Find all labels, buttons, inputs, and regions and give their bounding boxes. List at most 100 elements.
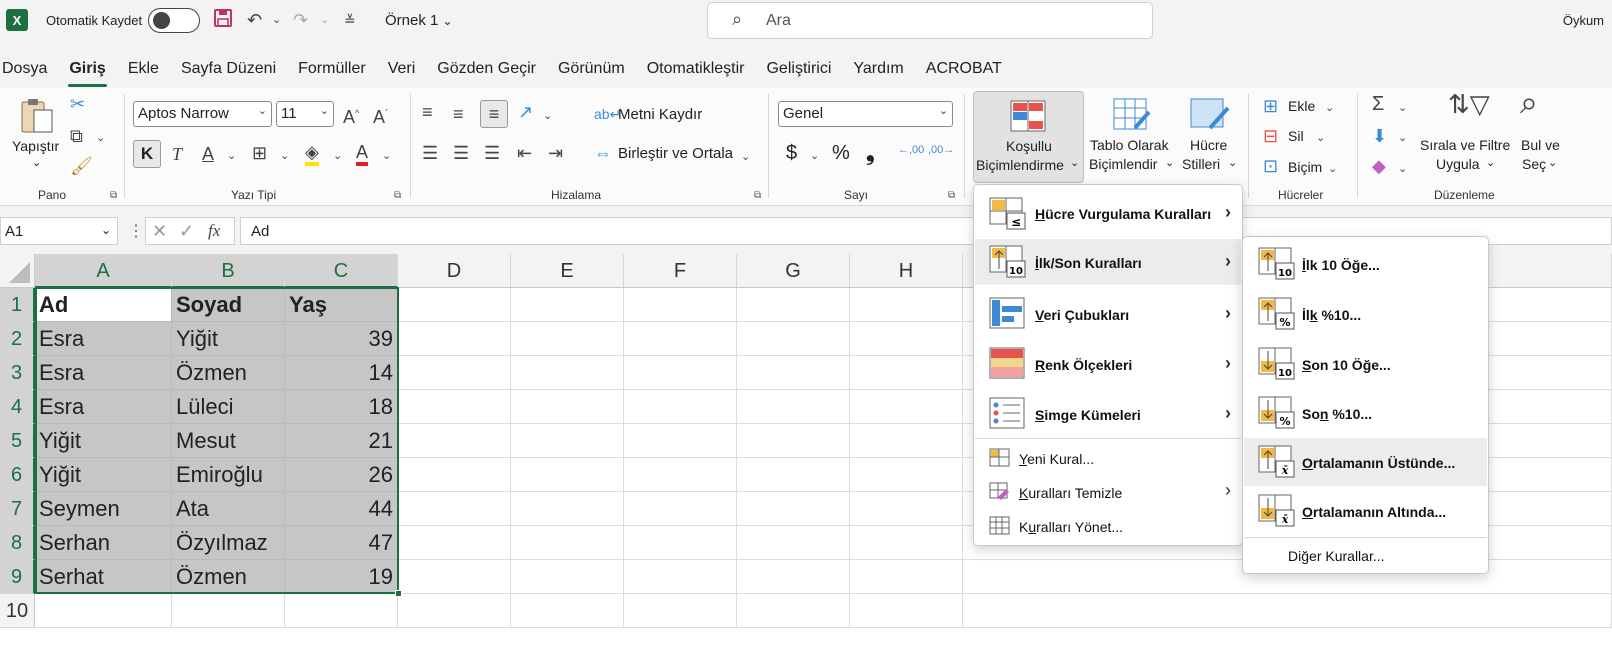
row-header[interactable]: 5 — [0, 424, 35, 458]
empty-cell[interactable] — [737, 458, 850, 492]
empty-cell[interactable] — [850, 356, 963, 390]
menu-item-top-bottom-rules[interactable]: 10 İlk/Son Kuralları › — [975, 239, 1241, 285]
empty-cell[interactable] — [511, 390, 624, 424]
merge-dropdown-icon[interactable]: ⌄ — [741, 147, 750, 167]
empty-cell[interactable] — [850, 322, 963, 356]
empty-cell[interactable] — [737, 390, 850, 424]
delete-cells-button[interactable]: Sil — [1288, 128, 1304, 144]
tab-yardim[interactable]: Yardım — [842, 56, 914, 84]
fill-icon[interactable]: ⬇ — [1372, 126, 1387, 146]
empty-cell[interactable] — [624, 356, 737, 390]
cell-styles-icon[interactable] — [1190, 98, 1230, 135]
table-cell[interactable]: Yiğit — [35, 424, 172, 458]
submenu-item-below-average[interactable]: x̄ Ortalamanın Altında... — [1244, 488, 1487, 534]
tab-giris[interactable]: Giriş — [58, 56, 116, 87]
font-color-dropdown-icon[interactable]: ⌄ — [382, 146, 391, 166]
empty-cell[interactable] — [850, 390, 963, 424]
empty-cell[interactable] — [850, 594, 963, 628]
number-format-combo[interactable]: Genel ⌄ — [778, 101, 953, 127]
paste-dropdown-icon[interactable]: ⌄ — [32, 156, 41, 169]
table-cell[interactable]: 19 — [285, 560, 398, 594]
empty-cell[interactable] — [624, 492, 737, 526]
tab-gelistirici[interactable]: Geliştirici — [755, 56, 842, 84]
cell-styles-line1[interactable]: Hücre — [1190, 137, 1227, 153]
merge-center-button[interactable]: Birleştir ve Ortala — [618, 145, 733, 162]
column-header[interactable]: A — [35, 254, 172, 288]
table-cell[interactable]: Esra — [35, 322, 172, 356]
empty-cell[interactable] — [511, 458, 624, 492]
decrease-font-icon[interactable]: Aˇ — [373, 103, 388, 127]
italic-button[interactable]: T — [172, 144, 182, 164]
table-cell[interactable]: 44 — [285, 492, 398, 526]
empty-cell[interactable] — [511, 288, 624, 322]
align-center-icon[interactable]: ☰ — [453, 143, 469, 163]
autosum-dropdown-icon[interactable]: ⌄ — [1398, 98, 1407, 118]
orientation-icon[interactable]: ↗ — [518, 102, 533, 122]
align-middle-icon[interactable]: ≡ — [453, 104, 464, 124]
tab-otomatiklestir[interactable]: Otomatikleştir — [636, 56, 756, 84]
borders-dropdown-icon[interactable]: ⌄ — [280, 146, 289, 166]
clear-icon[interactable]: ◆ — [1372, 156, 1386, 176]
cancel-icon[interactable]: ✕ — [152, 221, 167, 242]
table-cell[interactable]: Serhat — [35, 560, 172, 594]
font-name-combo[interactable]: Aptos Narrow ⌄ — [133, 101, 272, 127]
empty-cell[interactable] — [737, 594, 850, 628]
name-box[interactable]: A1 ⌄ — [0, 217, 118, 245]
row-header[interactable]: 4 — [0, 390, 35, 424]
table-cell[interactable]: Ad — [35, 288, 172, 322]
tab-ekle[interactable]: Ekle — [117, 56, 170, 84]
copy-dropdown-icon[interactable]: ⌄ — [96, 128, 105, 148]
empty-cell[interactable] — [737, 526, 850, 560]
row-header[interactable]: 9 — [0, 560, 35, 594]
tab-gozden-gecir[interactable]: Gözden Geçir — [426, 56, 547, 84]
empty-cell[interactable] — [511, 594, 624, 628]
format-cells-icon[interactable]: ⊡ — [1263, 156, 1278, 176]
table-cell[interactable]: Emiroğlu — [172, 458, 285, 492]
decrease-indent-icon[interactable]: ⇤ — [517, 143, 532, 163]
delete-cells-icon[interactable]: ⊟ — [1263, 126, 1278, 146]
format-as-table-icon[interactable] — [1113, 98, 1151, 135]
table-cell[interactable]: Lüleci — [172, 390, 285, 424]
empty-cell[interactable] — [850, 492, 963, 526]
empty-cell[interactable] — [511, 492, 624, 526]
insert-cells-icon[interactable]: ⊞ — [1263, 96, 1278, 116]
empty-cell[interactable] — [398, 356, 511, 390]
table-cell[interactable]: 14 — [285, 356, 398, 390]
empty-cell[interactable] — [398, 390, 511, 424]
column-header[interactable]: C — [285, 254, 398, 288]
empty-cell[interactable] — [737, 322, 850, 356]
redo-icon[interactable]: ↷ — [293, 8, 308, 32]
fill-color-icon[interactable]: ◈ — [305, 142, 319, 166]
borders-icon[interactable]: ⊞ — [252, 143, 267, 163]
row-header[interactable]: 1 — [0, 288, 35, 322]
empty-cell[interactable] — [398, 424, 511, 458]
empty-cell[interactable] — [398, 594, 511, 628]
orientation-dropdown-icon[interactable]: ⌄ — [543, 106, 552, 126]
align-bottom-icon[interactable]: ≡ — [480, 100, 508, 128]
empty-cell[interactable] — [511, 526, 624, 560]
customize-qat-icon[interactable]: ≚ — [344, 8, 356, 32]
cut-icon[interactable]: ✂ — [70, 94, 85, 114]
empty-cell[interactable] — [624, 424, 737, 458]
format-as-table-line2[interactable]: Biçimlendir — [1089, 156, 1157, 172]
table-cell[interactable]: Özyılmaz — [172, 526, 285, 560]
clear-dropdown-icon[interactable]: ⌄ — [1398, 159, 1407, 179]
empty-cell[interactable] — [624, 322, 737, 356]
enter-icon[interactable]: ✓ — [179, 221, 194, 242]
empty-cell[interactable] — [511, 322, 624, 356]
submenu-item-above-average[interactable]: x̄ Ortalamanın Üstünde... — [1244, 438, 1487, 486]
menu-item-icon-sets[interactable]: Simge Kümeleri › — [975, 391, 1241, 437]
find-select-line1[interactable]: Bul ve — [1521, 137, 1560, 153]
search-box[interactable]: ⌕ Ara — [707, 2, 1153, 39]
empty-cell[interactable] — [511, 356, 624, 390]
table-cell[interactable]: 47 — [285, 526, 398, 560]
submenu-item-more-rules[interactable]: Diğer Kurallar... — [1244, 541, 1487, 571]
increase-decimal-button[interactable]: ←,00 — [898, 144, 924, 156]
empty-cell[interactable] — [737, 560, 850, 594]
tab-acrobat[interactable]: ACROBAT — [915, 56, 1013, 84]
user-name[interactable]: Öykum — [1563, 13, 1604, 28]
empty-cell[interactable] — [398, 526, 511, 560]
empty-cell[interactable] — [511, 560, 624, 594]
table-cell[interactable]: Serhan — [35, 526, 172, 560]
empty-cell[interactable] — [737, 356, 850, 390]
